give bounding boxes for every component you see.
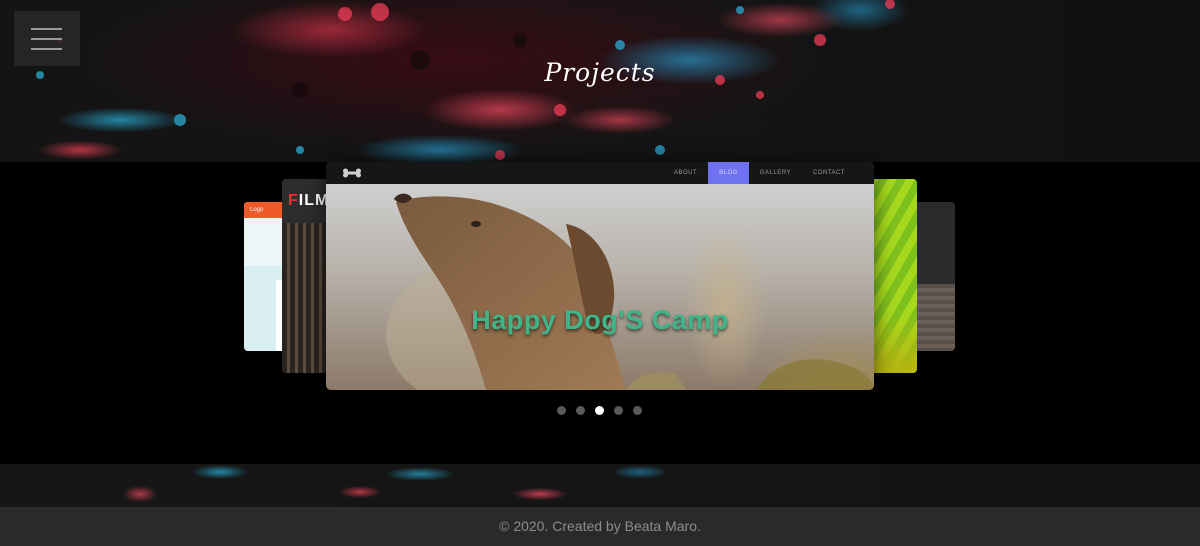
footer-copyright: © 2020. Created by Beata Maro. bbox=[499, 518, 701, 534]
bone-icon bbox=[343, 168, 361, 178]
footer: © 2020. Created by Beata Maro. bbox=[0, 507, 1200, 546]
hero-header: Projects bbox=[0, 0, 1200, 162]
slide-photo: Happy Dog'S Camp bbox=[326, 184, 874, 390]
projects-carousel: Logo FILM Happy Dog'S Camp ABOUT BLOG GA… bbox=[0, 162, 1200, 464]
hamburger-line bbox=[31, 48, 62, 50]
paint-strip bbox=[0, 464, 1200, 507]
slide-navbar: ABOUT BLOG GALLERY CONTACT bbox=[326, 162, 874, 184]
hamburger-menu-icon bbox=[31, 28, 62, 30]
slide-nav-blog[interactable]: BLOG bbox=[708, 162, 749, 184]
carousel-dot[interactable] bbox=[614, 406, 623, 415]
carousel-dot[interactable] bbox=[576, 406, 585, 415]
hamburger-line bbox=[31, 38, 62, 40]
carousel-dot[interactable] bbox=[557, 406, 566, 415]
dog-photo bbox=[386, 193, 874, 390]
carousel-pagination bbox=[557, 406, 642, 415]
page-title: Projects bbox=[544, 58, 656, 87]
slide-title: FILM bbox=[288, 192, 330, 209]
slide-nav-about[interactable]: ABOUT bbox=[663, 162, 708, 184]
carousel-dot[interactable] bbox=[633, 406, 642, 415]
project-slide-active[interactable]: Happy Dog'S Camp ABOUT BLOG GALLERY CONT… bbox=[326, 162, 874, 390]
carousel-dot[interactable] bbox=[595, 406, 604, 415]
slide-logo: Logo bbox=[244, 202, 282, 218]
slide-nav-gallery[interactable]: GALLERY bbox=[749, 162, 802, 184]
slide-nav-links: ABOUT BLOG GALLERY CONTACT bbox=[663, 162, 856, 184]
slide-nav-contact[interactable]: CONTACT bbox=[802, 162, 856, 184]
slide-caption: Happy Dog'S Camp bbox=[471, 305, 729, 335]
